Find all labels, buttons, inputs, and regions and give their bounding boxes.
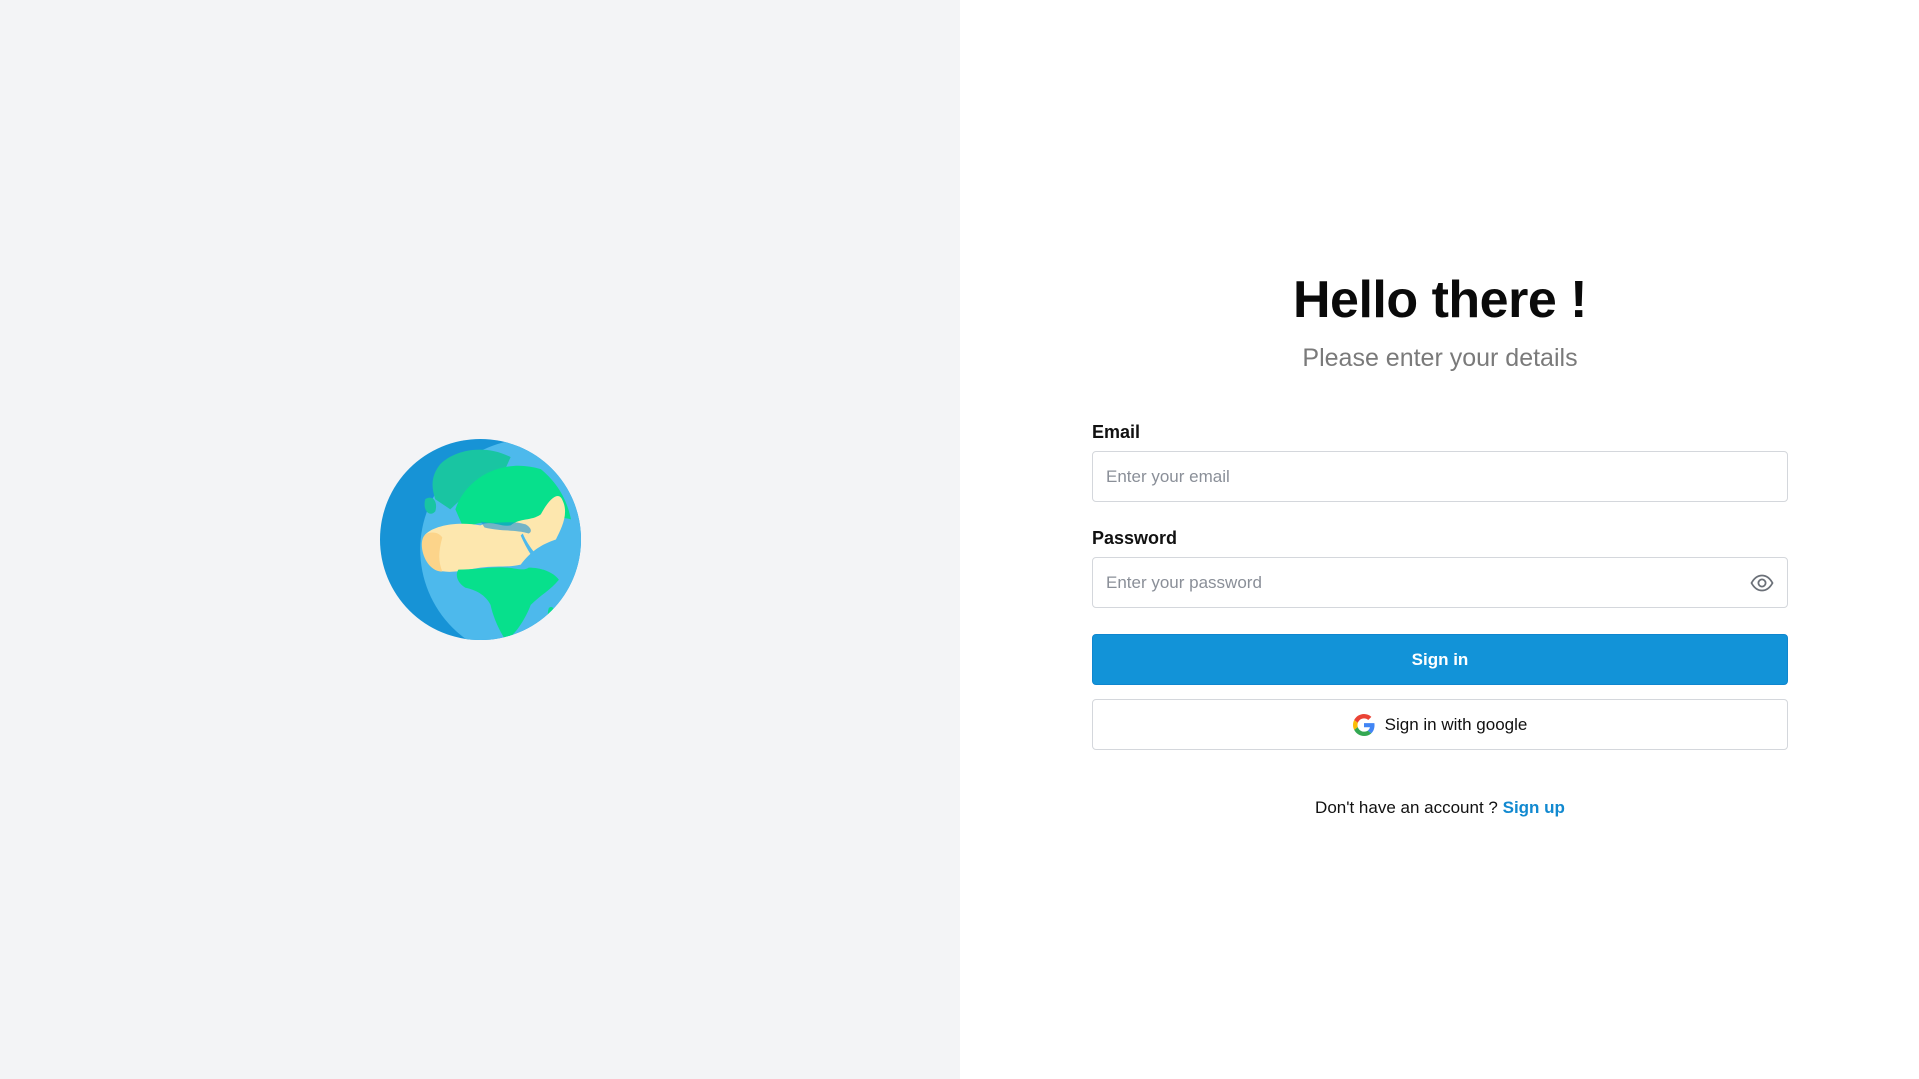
email-label: Email xyxy=(1092,422,1141,442)
password-field-box xyxy=(1092,557,1788,608)
signup-prompt-line: Don't have an account ? Sign up xyxy=(1092,798,1788,818)
password-label: Password xyxy=(1092,528,1178,548)
email-field-box xyxy=(1092,451,1788,502)
login-page: Hello there ! Please enter your details … xyxy=(0,0,1919,1079)
illustration-panel xyxy=(0,0,960,1079)
signup-prompt: Don't have an account ? xyxy=(1315,798,1498,817)
google-icon xyxy=(1352,713,1375,736)
google-sign-in-button[interactable]: Sign in with google xyxy=(1092,699,1788,750)
email-field[interactable] xyxy=(1093,452,1787,501)
google-sign-in-label: Sign in with google xyxy=(1384,714,1528,734)
sign-in-button[interactable]: Sign in xyxy=(1092,634,1788,685)
login-form: Hello there ! Please enter your details … xyxy=(1092,268,1788,818)
page-subtitle: Please enter your details xyxy=(1302,344,1578,372)
page-title: Hello there ! xyxy=(1293,271,1588,329)
eye-icon[interactable] xyxy=(1749,571,1775,595)
email-group: Email xyxy=(1092,422,1788,502)
password-field[interactable] xyxy=(1093,558,1787,607)
login-panel: Hello there ! Please enter your details … xyxy=(960,0,1919,1079)
globe-icon xyxy=(380,439,581,640)
sign-up-link[interactable]: Sign up xyxy=(1503,798,1565,817)
password-group: Password xyxy=(1092,528,1788,608)
